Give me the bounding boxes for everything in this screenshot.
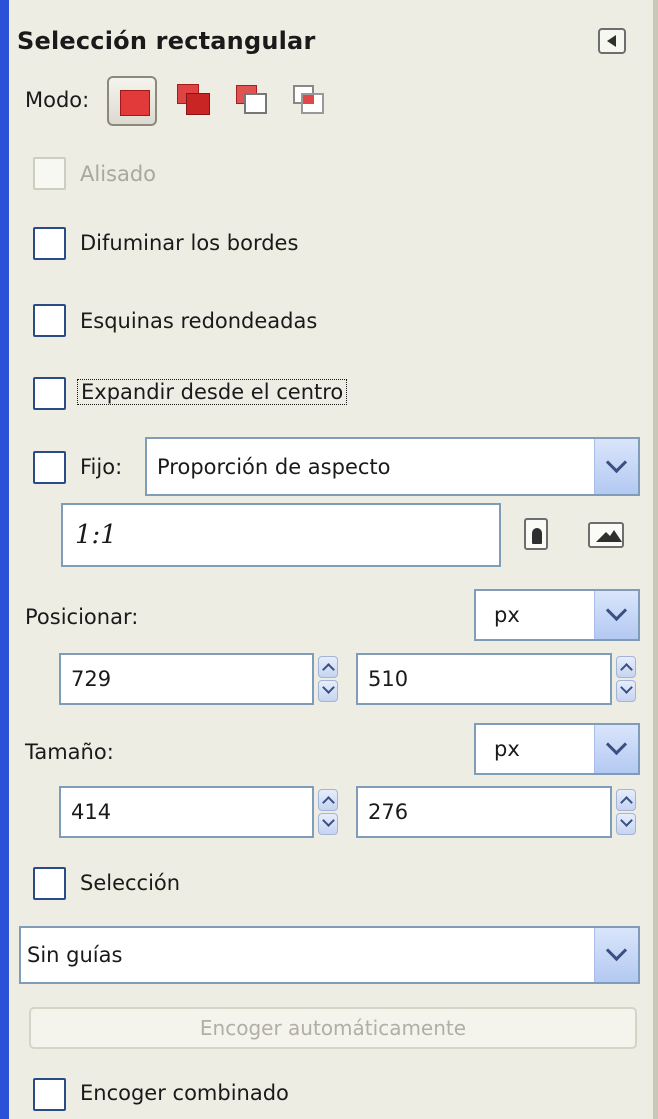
expand-from-center-checkbox[interactable]: [33, 377, 66, 410]
subtract-selection-icon-front[interactable]: [244, 93, 267, 114]
aspect-ratio-input[interactable]: 1:1: [61, 503, 501, 567]
landscape-icon-peak: [606, 530, 622, 542]
antialias-label: Alisado: [80, 162, 157, 186]
shrink-merged-label: Encoger combinado: [80, 1081, 289, 1105]
highlight-label: Selección: [80, 871, 181, 895]
panel-title: Selección rectangular: [17, 27, 316, 55]
landscape-button[interactable]: [588, 522, 624, 548]
position-y-spinner[interactable]: [616, 654, 638, 704]
spin-down-icon[interactable]: [616, 813, 636, 835]
window-edge-right: [653, 0, 658, 1119]
triangle-left-icon: [607, 35, 616, 47]
rounded-corners-label: Esquinas redondeadas: [80, 309, 318, 333]
position-x-value: 729: [71, 667, 112, 691]
size-width-input[interactable]: 414: [59, 786, 314, 838]
antialias-checkbox[interactable]: [33, 157, 66, 190]
size-label: Tamaño:: [25, 740, 114, 764]
feather-edges-checkbox[interactable]: [33, 227, 66, 260]
spin-up-icon[interactable]: [616, 789, 636, 811]
chevron-down-icon: [605, 733, 628, 756]
portrait-icon: [532, 528, 542, 544]
size-unit-value: px: [494, 737, 520, 761]
position-unit-dropdown-button[interactable]: [594, 591, 638, 639]
size-width-spinner[interactable]: [318, 787, 340, 837]
mode-label: Modo:: [25, 88, 90, 112]
expand-from-center-label-wrap: Expandir desde el centro: [77, 379, 348, 405]
guides-dropdown[interactable]: Sin guías: [19, 926, 640, 984]
position-unit-dropdown[interactable]: px: [474, 589, 640, 641]
size-unit-dropdown[interactable]: px: [474, 723, 640, 775]
chevron-down-icon: [605, 939, 628, 962]
fixed-mode-dropdown[interactable]: Proporción de aspecto: [145, 437, 640, 496]
highlight-checkbox[interactable]: [33, 867, 66, 900]
fixed-checkbox[interactable]: [33, 451, 66, 484]
position-y-value: 510: [368, 667, 409, 691]
guides-dropdown-button[interactable]: [594, 928, 638, 982]
spin-up-icon[interactable]: [616, 656, 636, 678]
portrait-button[interactable]: [524, 518, 548, 550]
position-unit-value: px: [494, 603, 520, 627]
window-edge-left: [0, 0, 9, 1119]
fixed-mode-dropdown-button[interactable]: [594, 439, 638, 494]
spin-up-icon[interactable]: [318, 789, 338, 811]
size-height-spinner[interactable]: [616, 787, 638, 837]
intersect-selection-icon-overlap[interactable]: [303, 95, 314, 104]
size-height-value: 276: [368, 800, 409, 824]
spin-up-icon[interactable]: [318, 656, 338, 678]
collapse-panel-button[interactable]: [598, 28, 626, 54]
aspect-ratio-value: 1:1: [75, 520, 117, 550]
rounded-corners-checkbox[interactable]: [33, 304, 66, 337]
chevron-down-icon: [605, 599, 628, 622]
spin-down-icon[interactable]: [318, 813, 338, 835]
feather-edges-label: Difuminar los bordes: [80, 231, 299, 255]
fixed-label: Fijo:: [80, 455, 123, 479]
position-x-input[interactable]: 729: [59, 653, 314, 705]
shrink-merged-checkbox[interactable]: [33, 1078, 66, 1111]
size-height-input[interactable]: 276: [356, 786, 612, 838]
fixed-mode-value: Proporción de aspecto: [157, 454, 391, 479]
spin-down-icon[interactable]: [616, 680, 636, 702]
guides-value: Sin guías: [27, 943, 123, 967]
size-width-value: 414: [71, 800, 112, 824]
position-y-input[interactable]: 510: [356, 653, 612, 705]
expand-from-center-label: Expandir desde el centro: [77, 379, 348, 405]
replace-selection-icon: [120, 90, 150, 116]
spin-down-icon[interactable]: [318, 680, 338, 702]
position-x-spinner[interactable]: [318, 654, 340, 704]
size-unit-dropdown-button[interactable]: [594, 725, 638, 773]
add-selection-icon-front[interactable]: [186, 93, 210, 115]
auto-shrink-button[interactable]: Encoger automáticamente: [29, 1007, 637, 1049]
position-label: Posicionar:: [25, 605, 139, 629]
chevron-down-icon: [605, 451, 628, 474]
